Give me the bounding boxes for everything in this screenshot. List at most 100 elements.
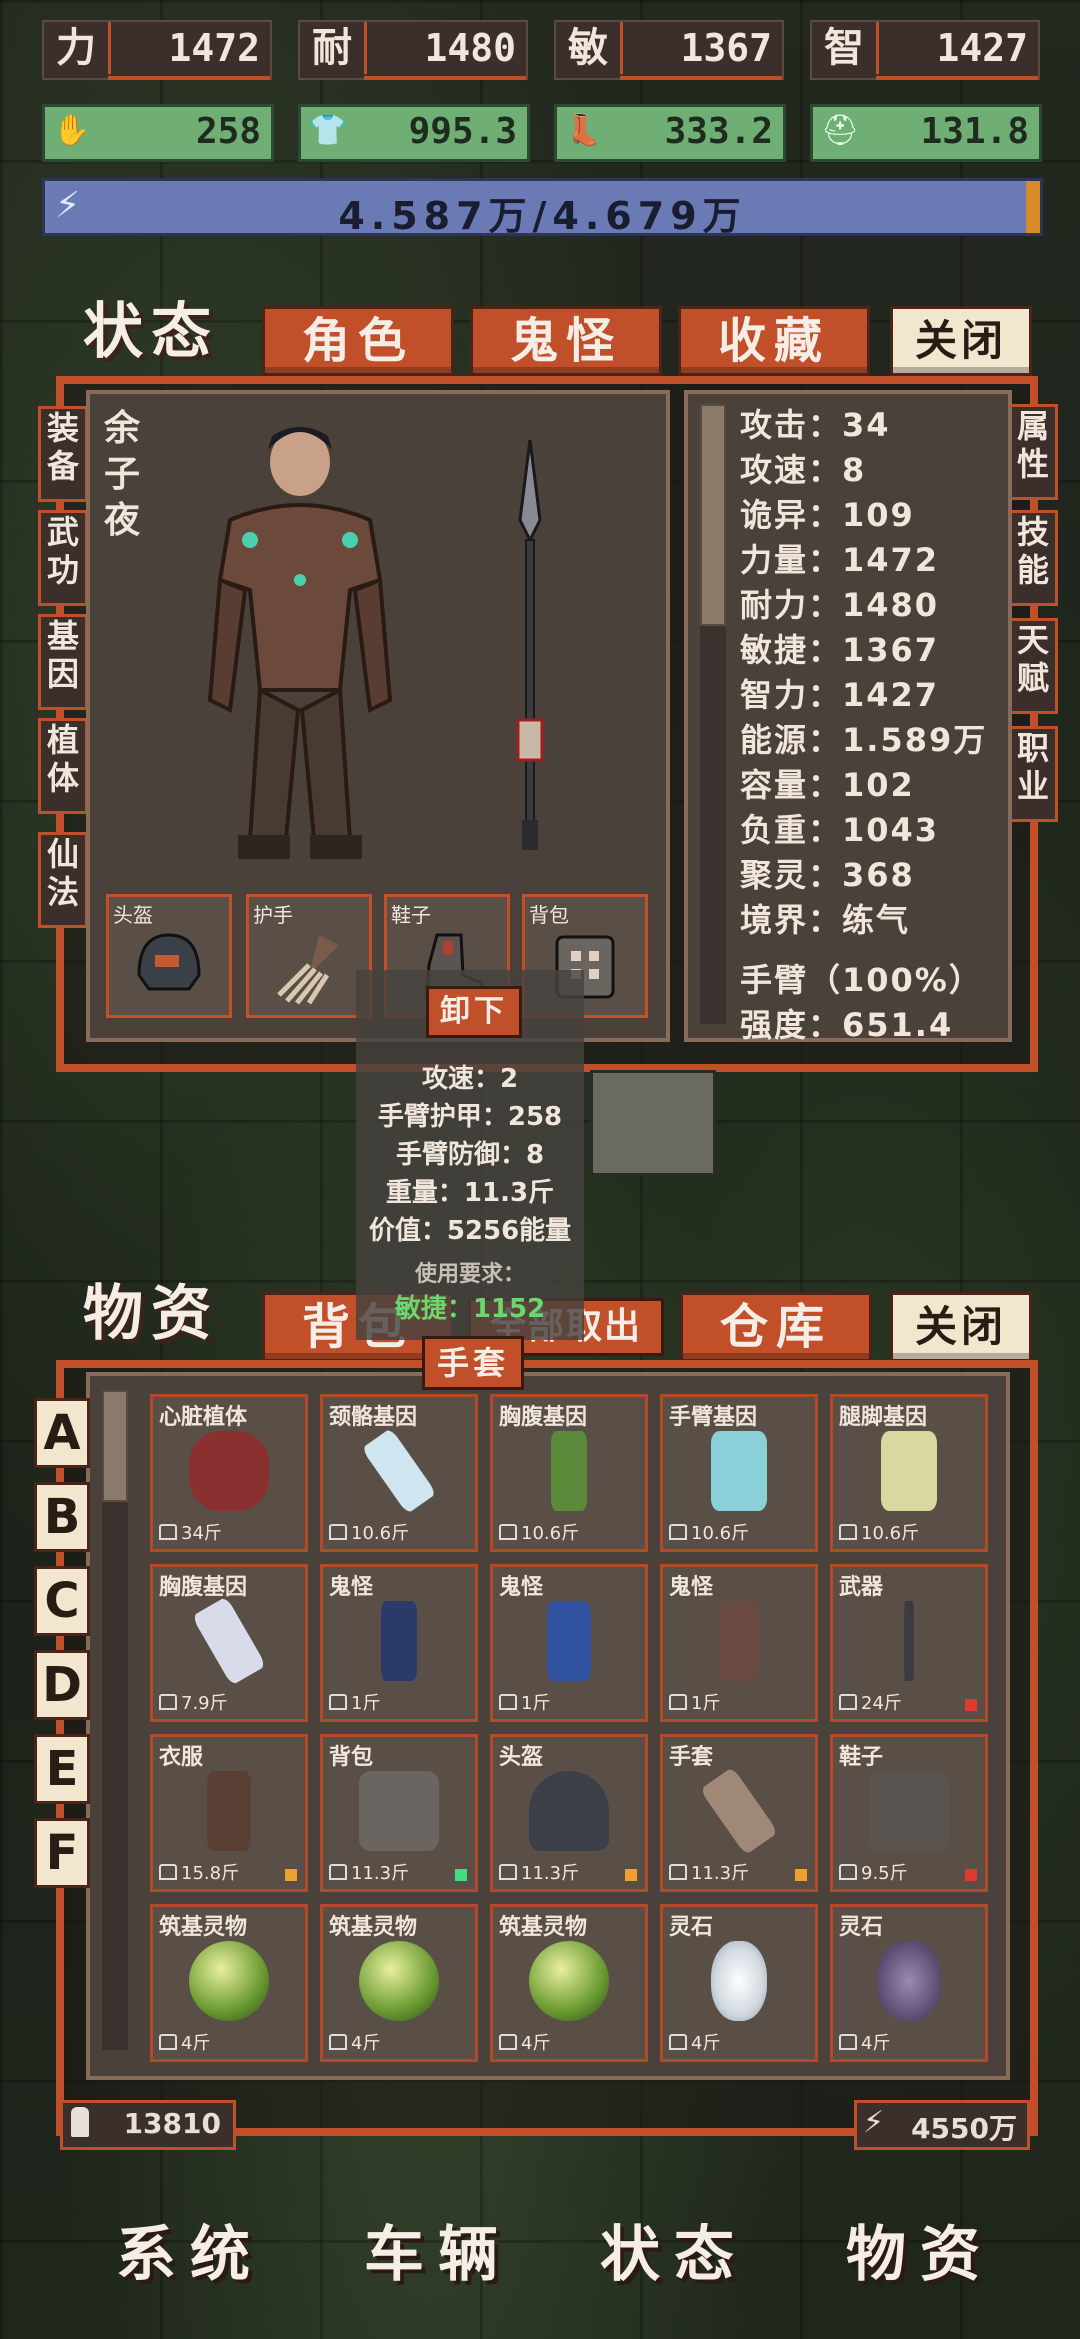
- stat-agility: 敏 1367: [554, 20, 784, 80]
- equip-slot-gloves[interactable]: 护手: [246, 894, 372, 1018]
- ghost-figure-icon: [719, 1601, 759, 1681]
- resource-boot: 👢 333.2: [554, 104, 786, 162]
- item-cell[interactable]: 鬼怪 1斤: [320, 1564, 478, 1722]
- jar-icon: [711, 1431, 767, 1511]
- side-tab-talent[interactable]: 天赋: [1008, 618, 1058, 714]
- attr-load: 负重：1043: [740, 811, 940, 849]
- character-figure: [207, 427, 393, 859]
- white-crystal-icon: [711, 1941, 767, 2021]
- stat-endurance: 耐 1480: [298, 20, 528, 80]
- green-orb-icon: [189, 1941, 269, 2021]
- row-letter-f[interactable]: F: [34, 1818, 90, 1888]
- side-tab-gene[interactable]: 基因: [38, 614, 88, 710]
- goods-scrollbar[interactable]: [102, 1390, 128, 2050]
- item-cell[interactable]: 鬼怪 1斤: [490, 1564, 648, 1722]
- equip-slot-helmet[interactable]: 头盔: [106, 894, 232, 1018]
- side-tab-equipment[interactable]: 装备: [38, 406, 88, 502]
- attr-endurance: 耐力：1480: [740, 586, 940, 624]
- bottle-icon: [551, 1431, 587, 1511]
- attr-arm: 手臂（100%）: [740, 961, 983, 999]
- resource-helmet: ⛑ 131.8: [810, 104, 1042, 162]
- nav-goods[interactable]: 物资: [830, 2210, 1010, 2300]
- claw-glove-icon: [699, 1766, 779, 1856]
- item-cell[interactable]: 筑基灵物 4斤: [320, 1904, 478, 2062]
- attr-strength: 力量：1472: [740, 541, 940, 579]
- side-tab-profession[interactable]: 职业: [1008, 726, 1058, 822]
- item-cell[interactable]: 武器 24斤: [830, 1564, 988, 1722]
- hand-icon: ✋: [53, 113, 91, 148]
- item-cell[interactable]: 衣服 15.8斤: [150, 1734, 308, 1892]
- armor-figure-icon: [207, 1771, 251, 1851]
- item-cell[interactable]: 背包 11.3斤: [320, 1734, 478, 1892]
- attr-strength-arm: 强度：651.4: [740, 1006, 954, 1044]
- shirt-icon: 👕: [309, 113, 347, 148]
- attr-attack-speed: 攻速：8: [740, 451, 867, 489]
- item-cell[interactable]: 腿脚基因 10.6斤: [830, 1394, 988, 1552]
- item-cell[interactable]: 胸腹基因 10.6斤: [490, 1394, 648, 1552]
- attr-spirit: 聚灵：368: [740, 856, 915, 894]
- side-tab-martial[interactable]: 武功: [38, 510, 88, 606]
- attr-agility: 敏捷：1367: [740, 631, 940, 669]
- row-letter-a[interactable]: A: [34, 1398, 90, 1468]
- row-letter-b[interactable]: B: [34, 1482, 90, 1552]
- test-tube-icon: [361, 1427, 437, 1515]
- attr-intellect: 智力：1427: [740, 676, 940, 714]
- tab-warehouse[interactable]: 仓库: [680, 1292, 872, 1362]
- nav-status[interactable]: 状态: [584, 2210, 764, 2300]
- side-tab-attributes[interactable]: 属性: [1008, 404, 1058, 500]
- energy-bar: ⚡ 4.587万/4.679万: [42, 178, 1043, 238]
- tab-collection[interactable]: 收藏: [678, 306, 870, 376]
- stat-strength: 力 1472: [42, 20, 272, 80]
- tab-character[interactable]: 角色: [262, 306, 454, 376]
- attr-attack: 攻击：34: [740, 406, 891, 444]
- claw-glove-icon: [277, 935, 339, 1005]
- item-cell[interactable]: 手套 11.3斤: [660, 1734, 818, 1892]
- item-cell[interactable]: 鬼怪 1斤: [660, 1564, 818, 1722]
- purple-stone-icon: [877, 1941, 941, 2021]
- attributes-scrollbar[interactable]: [700, 404, 726, 1024]
- tab-goods[interactable]: 物资: [56, 1282, 246, 1346]
- item-cell[interactable]: 鞋子 9.5斤: [830, 1734, 988, 1892]
- bag-icon: [71, 2107, 89, 2137]
- capacity-counter: 13810: [60, 2100, 236, 2150]
- spear-weapon-icon: [516, 440, 544, 850]
- tab-ghosts[interactable]: 鬼怪: [470, 306, 662, 376]
- item-tooltip: 卸下 攻速：2 手臂护甲：258 手臂防御：8 重量：11.3斤 价值：5256…: [356, 970, 584, 1340]
- unload-button[interactable]: 卸下: [426, 986, 522, 1038]
- item-cell[interactable]: 颈骼基因 10.6斤: [320, 1394, 478, 1552]
- side-tab-implant[interactable]: 植体: [38, 718, 88, 814]
- item-cell[interactable]: 筑基灵物 4斤: [150, 1904, 308, 2062]
- item-cell[interactable]: 灵石 4斤: [660, 1904, 818, 2062]
- inhaler-icon: [191, 1596, 267, 1686]
- boot-icon: [869, 1771, 949, 1851]
- resource-hand: ✋ 258: [42, 104, 274, 162]
- nav-vehicle[interactable]: 车辆: [348, 2210, 528, 2300]
- item-cell[interactable]: 灵石 4斤: [830, 1904, 988, 2062]
- nav-system[interactable]: 系统: [100, 2210, 280, 2300]
- side-tab-magic[interactable]: 仙法: [38, 832, 88, 928]
- attr-capacity: 容量：102: [740, 766, 915, 804]
- green-orb-icon: [359, 1941, 439, 2021]
- tab-status[interactable]: 状态: [56, 300, 246, 364]
- item-cell[interactable]: 筑基灵物 4斤: [490, 1904, 648, 2062]
- backpack-icon: [359, 1771, 439, 1851]
- vehicle-sprite: [590, 1070, 716, 1176]
- goods-close-button[interactable]: 关闭: [890, 1292, 1032, 1362]
- attr-weird: 诡异：109: [740, 496, 915, 534]
- row-letter-d[interactable]: D: [34, 1650, 90, 1720]
- item-cell[interactable]: 胸腹基因 7.9斤: [150, 1564, 308, 1722]
- attr-energy: 能源：1.589万: [740, 721, 988, 759]
- item-cell[interactable]: 头盔 11.3斤: [490, 1734, 648, 1892]
- spear-icon: [904, 1601, 914, 1681]
- green-orb-icon: [529, 1941, 609, 2021]
- ghost-figure-icon: [381, 1601, 417, 1681]
- energy-counter: ⚡ 4550万: [854, 2100, 1030, 2150]
- item-cell[interactable]: 心脏植体 34斤: [150, 1394, 308, 1552]
- row-letter-e[interactable]: E: [34, 1734, 90, 1804]
- row-letter-c[interactable]: C: [34, 1566, 90, 1636]
- canister-icon: [881, 1431, 937, 1511]
- item-cell[interactable]: 手臂基因 10.6斤: [660, 1394, 818, 1552]
- helmet-icon: [137, 933, 201, 991]
- status-close-button[interactable]: 关闭: [890, 306, 1032, 376]
- side-tab-skills[interactable]: 技能: [1008, 510, 1058, 606]
